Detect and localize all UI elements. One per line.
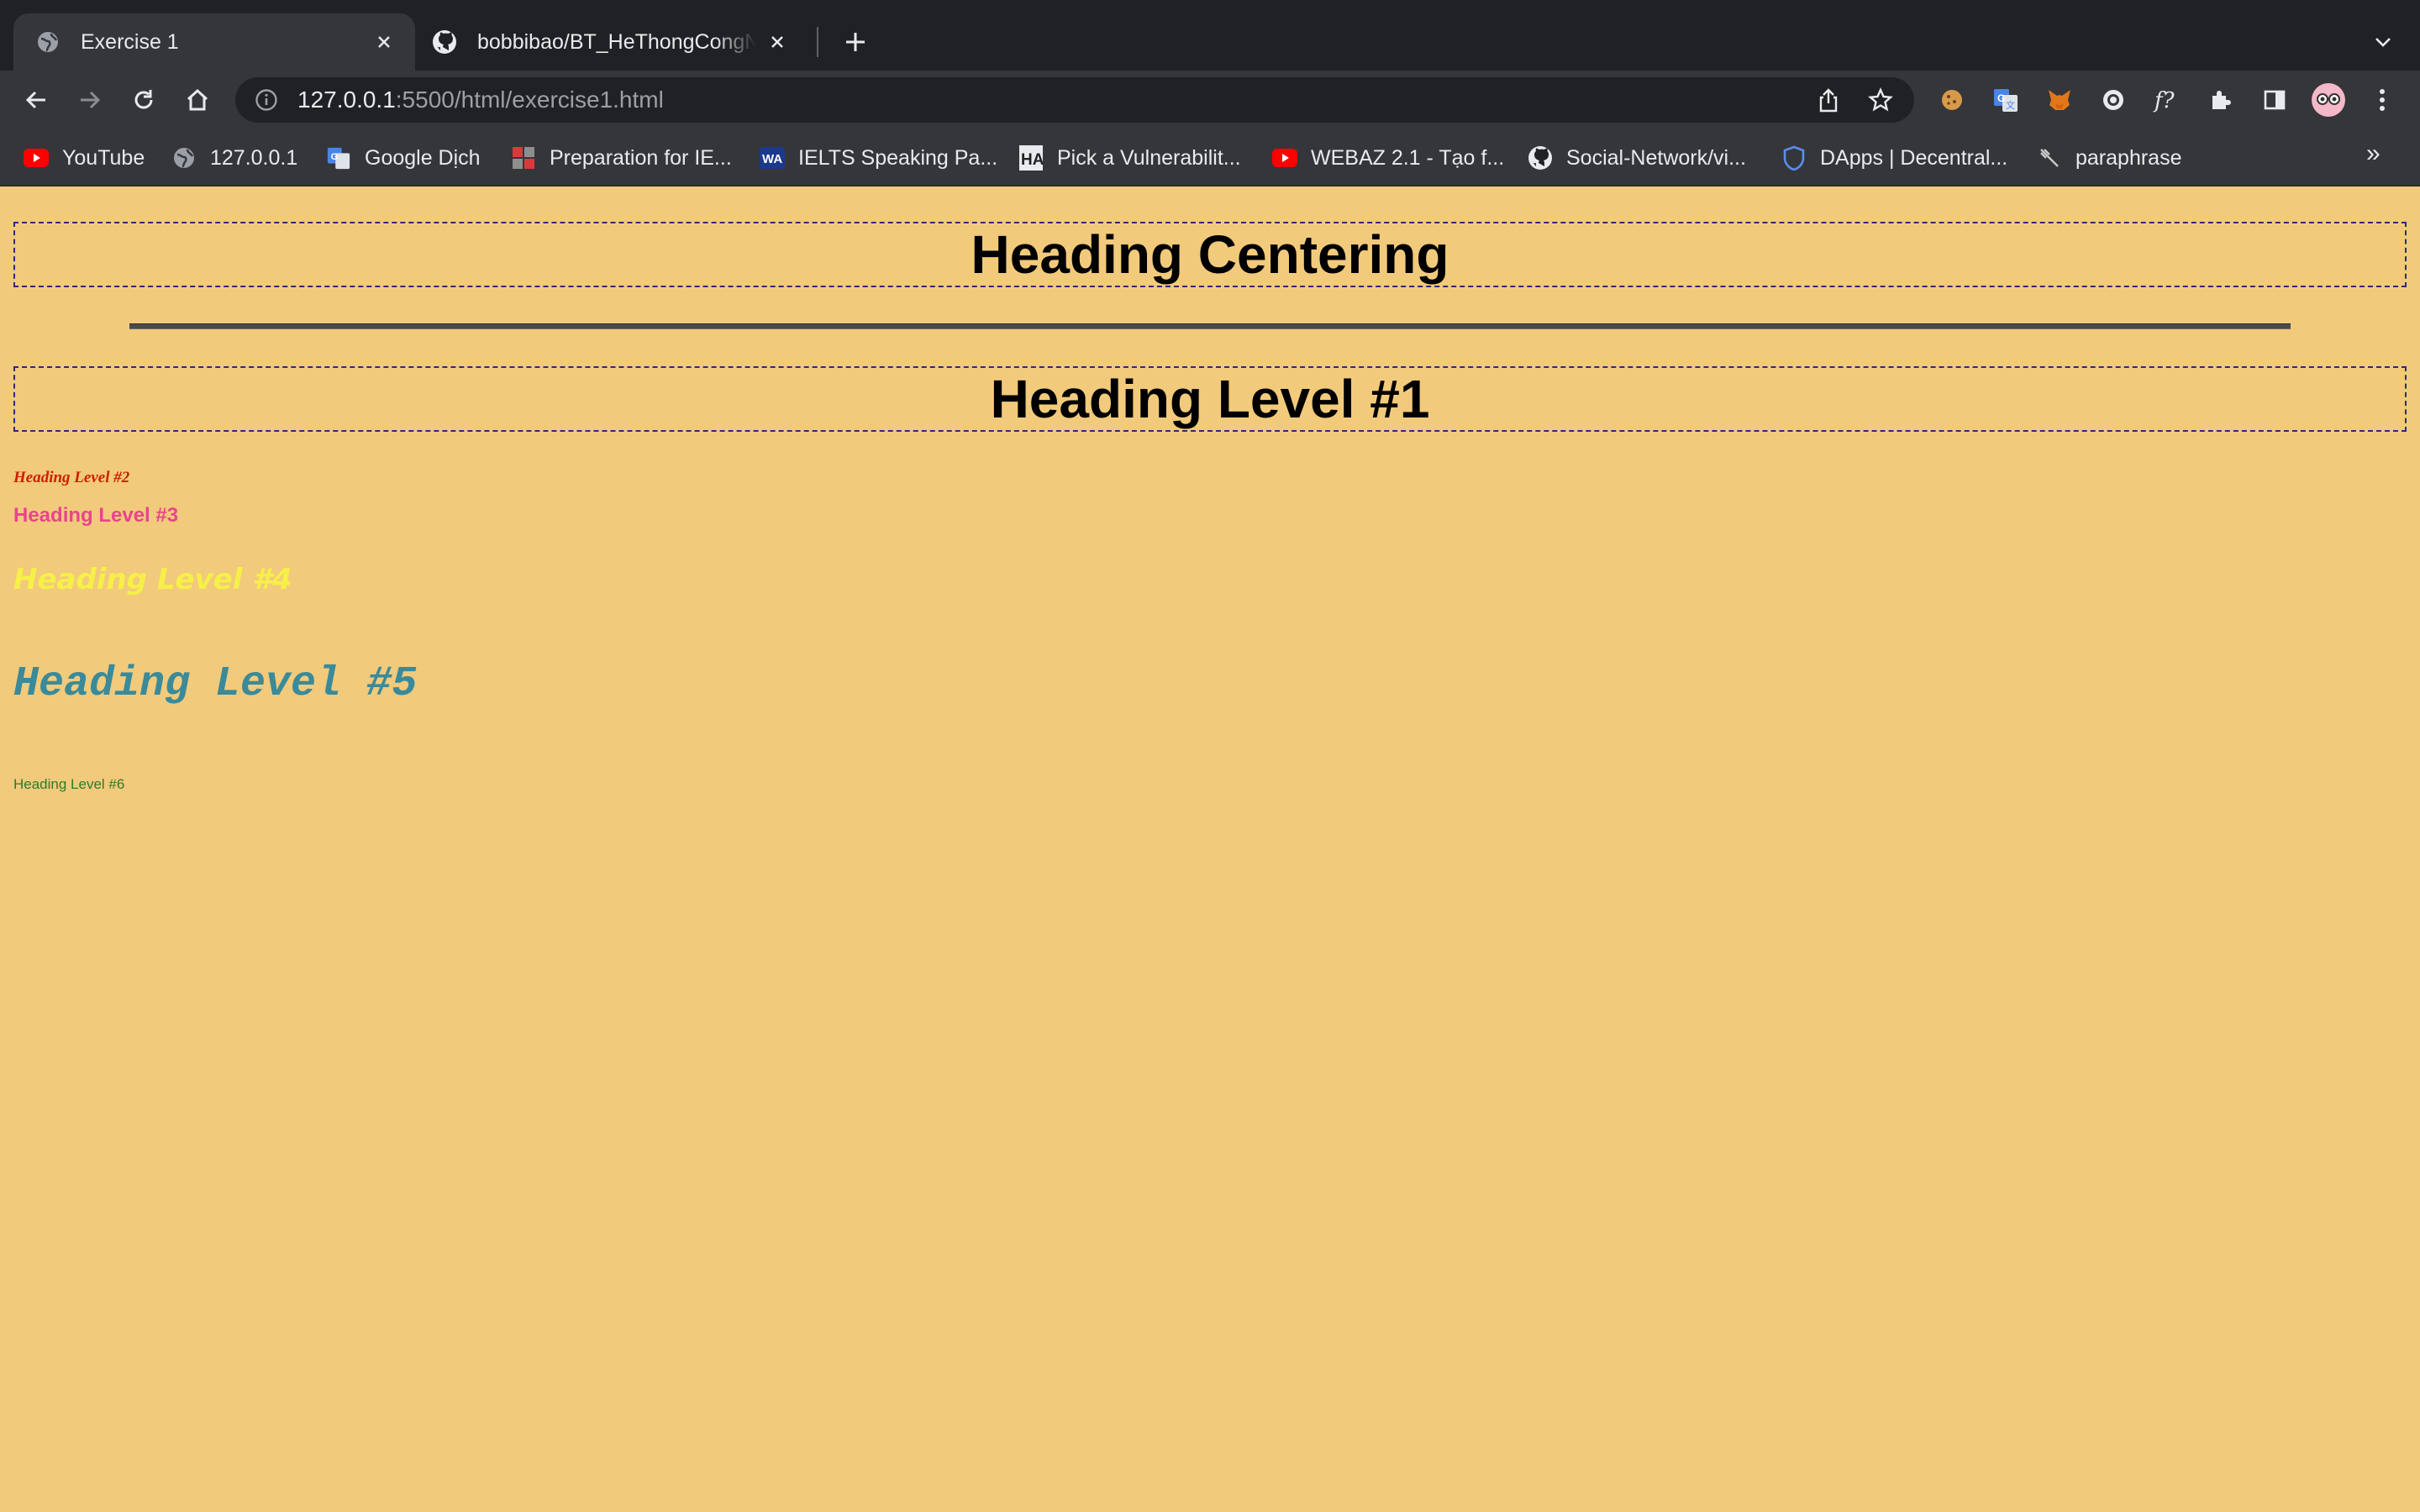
svg-text:WA: WA	[762, 152, 782, 166]
svg-text:文: 文	[2006, 99, 2015, 111]
bookmark-star-button[interactable]	[1864, 86, 1897, 114]
url-path: :5500/html/exercise1.html	[395, 87, 664, 113]
address-bar[interactable]: 127.0.0.1:5500/html/exercise1.html	[235, 77, 1914, 123]
bookmark-label: Google Dịch	[365, 145, 481, 170]
tab-exercise-1[interactable]: Exercise 1	[13, 13, 415, 71]
side-panel-icon[interactable]	[2257, 82, 2292, 118]
share-icon	[1819, 88, 1838, 113]
shield-icon	[1781, 145, 1807, 171]
bookmarks-overflow-button[interactable]: »	[2366, 139, 2381, 168]
feather-icon	[2037, 145, 2062, 171]
heading-centering: Heading Centering	[13, 222, 2407, 287]
bookmark-preparation[interactable]: Preparation for IE...	[511, 141, 732, 175]
bookmark-localhost[interactable]: 127.0.0.1	[171, 141, 297, 175]
globe-icon	[35, 29, 60, 55]
tab-title: bobbibao/BT_HeThongCongNghe	[477, 29, 756, 54]
close-tab-icon[interactable]	[765, 29, 790, 55]
plus-icon	[846, 33, 865, 51]
share-button[interactable]	[1812, 86, 1845, 114]
youtube-icon	[24, 145, 49, 171]
heading-level-5: Heading Level #5	[13, 660, 418, 708]
bookmark-dapps[interactable]: DApps | Decentral...	[1781, 141, 2007, 175]
globe-icon	[171, 145, 197, 171]
youtube-icon	[1272, 145, 1297, 171]
circle-extension-icon[interactable]	[2096, 82, 2131, 118]
bookmark-label: Preparation for IE...	[550, 145, 732, 170]
bookmarks-bar: YouTube 127.0.0.1 G Google Dịch Preparat…	[0, 129, 2420, 186]
tab-search-button[interactable]	[2366, 25, 2400, 59]
svg-text:G: G	[1997, 92, 2005, 104]
home-icon	[187, 88, 208, 111]
star-icon	[1868, 87, 1893, 112]
heading-level-6: Heading Level #6	[13, 776, 125, 792]
more-menu-icon[interactable]	[2365, 82, 2400, 118]
back-button[interactable]	[18, 82, 54, 118]
url-host: 127.0.0.1	[297, 87, 396, 113]
bookmark-webaz[interactable]: WEBAZ 2.1 - Tạo f...	[1272, 141, 1504, 175]
github-icon	[432, 29, 457, 55]
ha-icon: HA	[1018, 145, 1044, 171]
tab-separator	[817, 27, 818, 57]
arrow-right-icon	[81, 91, 101, 109]
formula-extension-icon[interactable]: f?	[2149, 82, 2185, 118]
svg-text:f?: f?	[2153, 88, 2175, 113]
heading-level-1: Heading Level #1	[13, 366, 2407, 432]
bookmark-label: YouTube	[62, 145, 145, 170]
bookmark-paraphrase[interactable]: paraphrase	[2037, 141, 2181, 175]
new-tab-button[interactable]	[839, 25, 872, 59]
bookmark-label: paraphrase	[2075, 145, 2182, 170]
forward-button[interactable]	[72, 82, 108, 118]
google-translate-icon: G	[326, 145, 351, 171]
tab-strip: Exercise 1 bobbibao/BT_HeThongCongNghe	[0, 0, 2420, 71]
reload-icon	[134, 90, 153, 109]
svg-text:G: G	[331, 152, 339, 162]
google-translate-extension-icon[interactable]: G文	[1988, 82, 2023, 118]
chevron-down-icon	[2375, 38, 2391, 47]
arrow-left-icon	[25, 91, 45, 109]
ielts-icon: WA	[760, 145, 785, 171]
bookmark-youtube[interactable]: YouTube	[24, 141, 145, 175]
bookmark-label: WEBAZ 2.1 - Tạo f...	[1311, 145, 1505, 170]
bookmark-label: 127.0.0.1	[210, 145, 298, 170]
bookmark-label: DApps | Decentral...	[1820, 145, 2008, 170]
tab-github[interactable]: bobbibao/BT_HeThongCongNghe	[427, 13, 807, 71]
grid-icon	[511, 145, 536, 171]
home-button[interactable]	[180, 82, 215, 118]
bookmark-vulnerability[interactable]: HA Pick a Vulnerabilit...	[1018, 141, 1241, 175]
page-content: Heading Centering Heading Level #1 Headi…	[0, 186, 2420, 1512]
browser-toolbar: 127.0.0.1:5500/html/exercise1.html G文 f?	[0, 71, 2420, 129]
bookmark-label: Pick a Vulnerabilit...	[1057, 145, 1241, 170]
bookmark-google-dich[interactable]: G Google Dịch	[326, 141, 481, 175]
svg-text:HA: HA	[1021, 151, 1043, 169]
cookie-extension-icon[interactable]	[1934, 82, 1970, 118]
tab-title: Exercise 1	[81, 29, 179, 54]
bookmark-social-network[interactable]: Social-Network/vi...	[1528, 141, 1746, 175]
reload-button[interactable]	[126, 82, 161, 118]
metamask-fox-icon[interactable]	[2042, 82, 2077, 118]
site-info-icon[interactable]	[254, 87, 279, 113]
github-icon	[1528, 145, 1553, 171]
bookmark-label: Social-Network/vi...	[1566, 145, 1746, 170]
profile-avatar[interactable]	[2311, 82, 2346, 118]
bookmark-label: IELTS Speaking Pa...	[798, 145, 998, 170]
close-tab-icon[interactable]	[371, 29, 397, 55]
heading-level-3: Heading Level #3	[13, 504, 179, 527]
extensions-puzzle-icon[interactable]	[2203, 82, 2238, 118]
bookmark-ielts[interactable]: WA IELTS Speaking Pa...	[760, 141, 997, 175]
url-text[interactable]: 127.0.0.1:5500/html/exercise1.html	[297, 87, 664, 113]
heading-level-2: Heading Level #2	[13, 469, 130, 486]
heading-level-4: Heading Level #4	[13, 563, 292, 596]
horizontal-rule	[129, 324, 2291, 328]
